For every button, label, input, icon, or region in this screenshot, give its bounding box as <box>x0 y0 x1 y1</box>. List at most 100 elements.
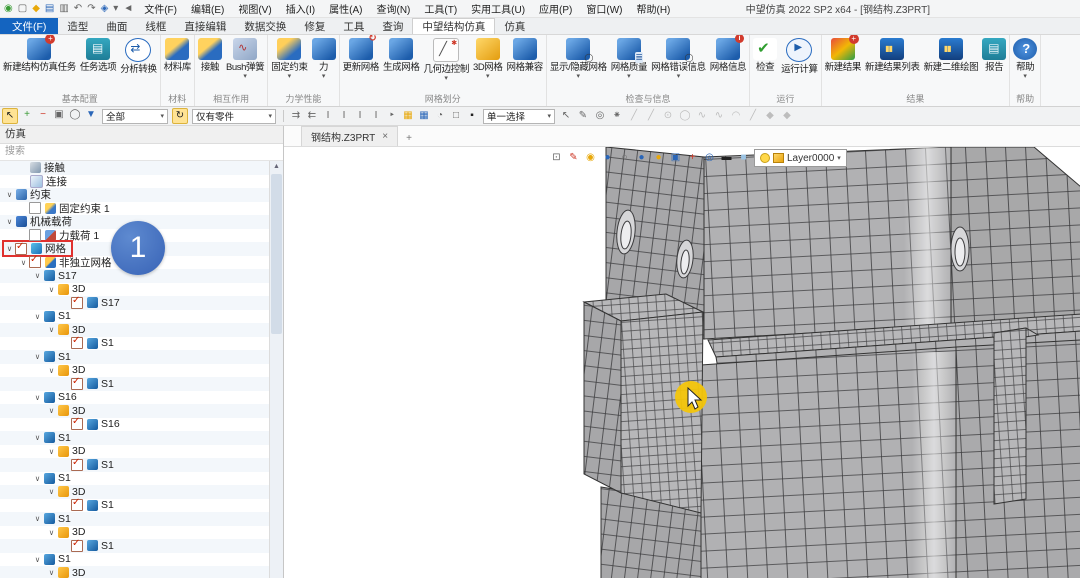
visibility-checkbox[interactable] <box>71 418 83 430</box>
tree-item[interactable]: S1 <box>0 458 270 472</box>
toolbar-icon[interactable]: ✎ <box>576 109 590 123</box>
tree-item[interactable]: ∨ S1 <box>0 472 270 486</box>
toolbar-icon[interactable]: I <box>369 109 383 123</box>
chevron-down-icon[interactable]: ▾ <box>288 73 292 80</box>
chevron-down-icon[interactable]: ▾ <box>243 73 247 80</box>
ribbon-button[interactable]: 生成网格 <box>381 36 421 73</box>
toolbar-icon[interactable]: + <box>20 108 34 122</box>
refresh-icon[interactable]: ↻ <box>172 108 188 124</box>
expand-arrow-icon[interactable]: ∨ <box>46 285 57 294</box>
ribbon-tab[interactable]: 曲面 <box>97 18 136 34</box>
toolbar-icon[interactable]: ◯ <box>678 109 692 123</box>
quick-access-icon[interactable]: ↷ <box>87 4 95 14</box>
tree-item[interactable]: ∨ 3D <box>0 404 270 418</box>
tree-item[interactable]: ∨ 3D <box>0 323 270 337</box>
toolbar-icon[interactable]: I <box>321 109 335 123</box>
viewport-3d[interactable]: ⊡✎◉●○●●▣+◎▬■ Layer0000 ▾ <box>284 147 1080 578</box>
tree-item[interactable]: 固定约束 1 <box>0 202 270 216</box>
tree-item[interactable]: ∨ 3D <box>0 566 270 578</box>
expand-arrow-icon[interactable]: ∨ <box>46 487 57 496</box>
ribbon-button[interactable]: 检查 <box>751 36 779 73</box>
ribbon-button[interactable]: 新建结构仿真任务 <box>1 36 78 73</box>
ribbon-tab[interactable]: 线框 <box>136 18 175 34</box>
quick-access-icon[interactable]: ◆ <box>32 4 40 14</box>
toolbar-icon[interactable]: ▦ <box>401 109 415 123</box>
expand-arrow-icon[interactable]: ∨ <box>32 271 43 280</box>
toolbar-icon[interactable]: □ <box>449 109 463 123</box>
new-tab-button[interactable]: + <box>398 131 420 146</box>
tree-item[interactable]: ∨ S1 <box>0 350 270 364</box>
toolbar-icon[interactable]: ∿ <box>695 109 709 123</box>
toolbar-icon[interactable]: ▣ <box>52 108 66 122</box>
expand-arrow-icon[interactable]: ∨ <box>32 393 43 402</box>
menu-item[interactable]: 属性(A) <box>322 0 369 17</box>
quick-access-icon[interactable]: ▢ <box>18 4 27 14</box>
tree-item[interactable]: ∨ S1 <box>0 512 270 526</box>
toolbar-icon[interactable]: I <box>337 109 351 123</box>
layer-dropdown[interactable]: Layer0000 ▾ <box>754 149 847 167</box>
ribbon-tab[interactable]: 仿真 <box>495 18 534 34</box>
tree-item[interactable]: ∨ 3D <box>0 526 270 540</box>
expand-arrow-icon[interactable]: ∨ <box>46 528 57 537</box>
tree-scrollbar[interactable]: ▲ <box>269 161 283 578</box>
menu-item[interactable]: 帮助(H) <box>630 0 678 17</box>
menu-item[interactable]: 窗口(W) <box>579 0 629 17</box>
toolbar-icon[interactable]: ◔ <box>433 109 447 123</box>
scrollbar-thumb[interactable] <box>271 174 282 334</box>
tree-item[interactable]: ∨ S1 <box>0 310 270 324</box>
expand-arrow-icon[interactable]: ∨ <box>46 406 57 415</box>
viewport-tool-icon[interactable]: ✎ <box>567 151 580 165</box>
viewport-tool-icon[interactable]: ▬ <box>720 151 733 165</box>
expand-arrow-icon[interactable]: ∨ <box>46 325 57 334</box>
ribbon-tab[interactable]: 数据交换 <box>235 18 295 34</box>
tree-item[interactable]: ∨ 3D <box>0 445 270 459</box>
ribbon-button[interactable]: 新建结果 <box>823 36 863 73</box>
toolbar-icon[interactable]: ◆ <box>763 109 777 123</box>
ribbon-tab[interactable]: 工具 <box>334 18 373 34</box>
expand-arrow-icon[interactable]: ∨ <box>32 474 43 483</box>
menu-item[interactable]: 实用工具(U) <box>464 0 532 17</box>
ribbon-tab[interactable]: 直接编辑 <box>175 18 235 34</box>
ribbon-button[interactable]: 3D网格 ▾ <box>471 36 505 80</box>
visibility-checkbox[interactable] <box>29 202 41 214</box>
ribbon-tab[interactable]: 造型 <box>58 18 97 34</box>
toolbar-icon[interactable]: ╱ <box>627 109 641 123</box>
file-menu-button[interactable]: 文件(F) <box>0 18 58 34</box>
ribbon-button[interactable]: 分析转换 <box>118 36 158 75</box>
entity-filter-dropdown[interactable]: 全部▾ <box>102 109 168 124</box>
viewport-tool-icon[interactable]: ⊡ <box>550 151 563 165</box>
toolbar-icon[interactable]: ◠ <box>729 109 743 123</box>
tree-item[interactable]: S1 <box>0 499 270 513</box>
toolbar-icon[interactable]: ╱ <box>644 109 658 123</box>
toolbar-icon[interactable]: ◆ <box>780 109 794 123</box>
viewport-tool-icon[interactable]: ◎ <box>703 151 716 165</box>
tree-item[interactable]: S16 <box>0 418 270 432</box>
expand-arrow-icon[interactable]: ∨ <box>32 433 43 442</box>
toolbar-icon[interactable]: ▦ <box>417 109 431 123</box>
viewport-tool-icon[interactable]: ● <box>652 151 665 165</box>
expand-arrow-icon[interactable]: ∨ <box>4 217 15 226</box>
quick-access-icon[interactable]: ◄ <box>123 4 133 14</box>
toolbar-icon[interactable]: ‣ <box>385 109 399 123</box>
selection-mode-dropdown[interactable]: 单一选择▾ <box>483 109 555 124</box>
toolbar-icon[interactable]: I <box>353 109 367 123</box>
chevron-down-icon[interactable]: ▾ <box>577 73 581 80</box>
menu-item[interactable]: 文件(F) <box>137 0 184 17</box>
close-icon[interactable]: × <box>382 131 388 142</box>
expand-arrow-icon[interactable]: ∨ <box>46 568 57 577</box>
mesh-model[interactable] <box>284 147 1080 578</box>
ribbon-button[interactable]: 网格信息 <box>708 36 748 73</box>
expand-arrow-icon[interactable]: ∨ <box>46 447 57 456</box>
toolbar-icon[interactable]: ∿ <box>712 109 726 123</box>
viewport-tool-icon[interactable]: ● <box>635 151 648 165</box>
toolbar-icon[interactable]: ╱ <box>746 109 760 123</box>
tree-item[interactable]: ∨ 约束 <box>0 188 270 202</box>
ribbon-button[interactable]: 接触 <box>196 36 224 73</box>
toolbar-icon[interactable]: − <box>36 108 50 122</box>
visibility-checkbox[interactable] <box>71 459 83 471</box>
tree-item[interactable]: 连接 <box>0 175 270 189</box>
chevron-down-icon[interactable]: ▾ <box>627 73 631 80</box>
ribbon-button[interactable]: Bush弹簧 ▾ <box>224 36 266 80</box>
menu-item[interactable]: 视图(V) <box>231 0 278 17</box>
toolbar-icon[interactable]: ⇉ <box>289 109 303 123</box>
